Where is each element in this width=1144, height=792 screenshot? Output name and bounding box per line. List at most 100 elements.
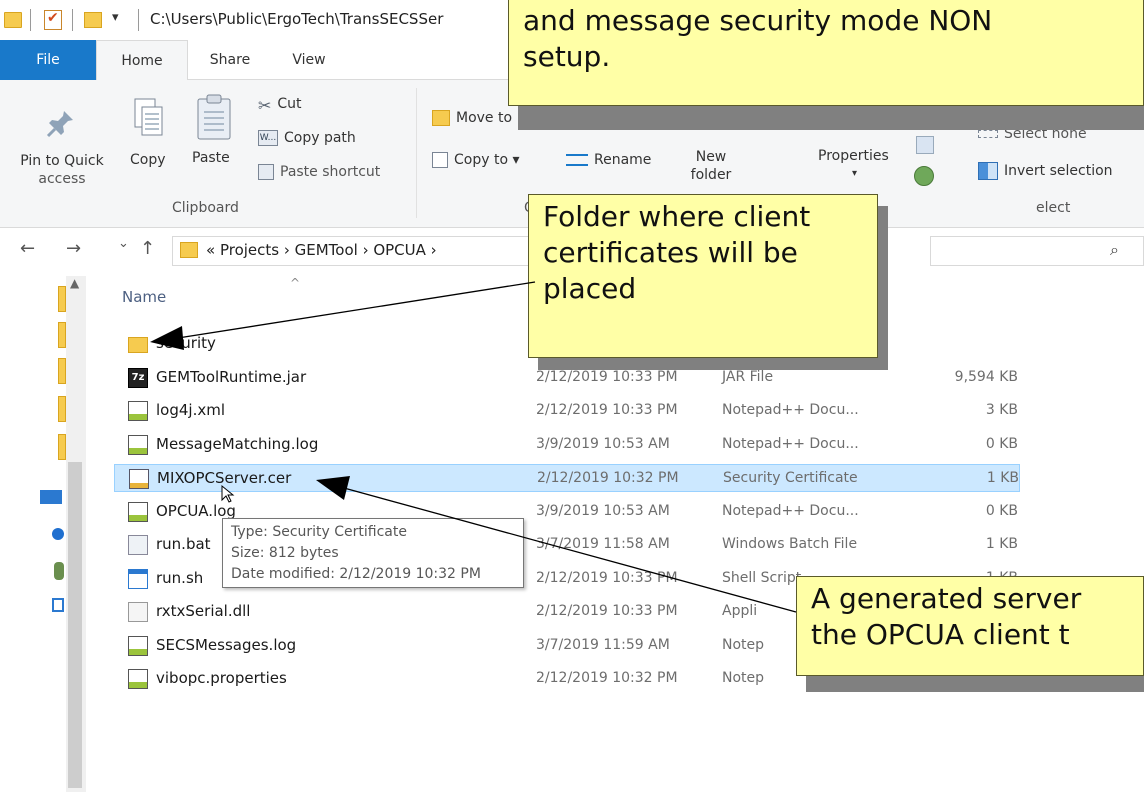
file-name: OPCUA.log bbox=[156, 501, 236, 520]
search-icon[interactable]: ⌕ bbox=[1110, 240, 1119, 260]
file-type: Notepad++ Docu... bbox=[722, 502, 859, 519]
pin-icon bbox=[46, 111, 73, 138]
tab-home[interactable]: Home bbox=[96, 40, 188, 81]
file-row[interactable]: MIXOPCServer.cer 2/12/2019 10:32 PM Securi… bbox=[114, 464, 1020, 492]
file-name: run.sh bbox=[156, 568, 204, 587]
select-group-label: elect bbox=[1036, 200, 1071, 216]
script-icon bbox=[128, 568, 148, 589]
this-pc-icon[interactable] bbox=[40, 490, 62, 504]
pin-label-line2: access bbox=[38, 171, 86, 187]
scroll-up-icon[interactable]: ▲ bbox=[70, 276, 79, 290]
network-icon[interactable] bbox=[52, 528, 64, 540]
invert-selection-button[interactable]: Invert selection bbox=[978, 162, 1113, 180]
window-title: C:\Users\Public\ErgoTech\TransSECSSer bbox=[150, 10, 444, 28]
nav-folder-icon[interactable] bbox=[58, 358, 66, 384]
recent-locations-icon[interactable]: ⌄ bbox=[118, 236, 129, 251]
move-to-button[interactable]: Move to bbox=[432, 110, 512, 126]
callout-top-line2: setup. bbox=[523, 40, 611, 73]
file-date-modified: 2/12/2019 10:33 PM bbox=[536, 569, 678, 586]
callout-top-line1: and message security mode NON bbox=[523, 4, 993, 37]
cut-label: Cut bbox=[277, 96, 302, 112]
column-header-name[interactable]: Name bbox=[122, 288, 166, 306]
paste-icon bbox=[197, 94, 231, 140]
notepad-icon bbox=[128, 635, 148, 656]
properties-check-icon[interactable] bbox=[44, 10, 62, 30]
back-arrow-icon[interactable]: ← bbox=[20, 238, 35, 259]
file-type: Shell Script bbox=[722, 569, 802, 586]
file-type: Notepad++ Docu... bbox=[722, 402, 859, 418]
scissors-icon: ✂ bbox=[258, 96, 272, 115]
cut-button[interactable]: ✂ Cut bbox=[258, 96, 302, 115]
tab-view[interactable]: View bbox=[274, 40, 344, 80]
file-date-modified: 2/12/2019 10:32 PM bbox=[537, 470, 679, 486]
notepad-icon bbox=[128, 501, 148, 522]
edit-icon[interactable] bbox=[916, 136, 934, 154]
copy-path-label: Copy path bbox=[284, 130, 356, 146]
tooltip-type: Type: Security Certificate bbox=[231, 524, 407, 540]
archive-7z-icon: 7z bbox=[128, 367, 148, 388]
toolbar-separator bbox=[30, 9, 31, 31]
copy-path-button[interactable]: W... Copy path bbox=[258, 130, 356, 146]
customize-toolbar-dropdown-icon[interactable]: ▾ bbox=[112, 10, 119, 32]
file-date-modified: 3/7/2019 11:59 AM bbox=[536, 636, 670, 653]
file-size: 3 KB bbox=[985, 402, 1018, 418]
rename-label: Rename bbox=[594, 152, 652, 168]
batch-icon bbox=[128, 535, 148, 555]
nav-folder-icon[interactable] bbox=[58, 286, 66, 312]
forward-arrow-icon[interactable]: → bbox=[66, 238, 81, 259]
file-size: 1 KB bbox=[985, 536, 1018, 552]
copy-path-icon: W... bbox=[258, 130, 278, 146]
homegroup-icon[interactable] bbox=[54, 562, 64, 580]
folder-icon bbox=[128, 337, 148, 353]
folder-icon bbox=[180, 242, 198, 258]
toolbar-separator bbox=[138, 9, 139, 31]
file-tooltip: Type: Security Certificate Size: 812 byt… bbox=[222, 518, 524, 588]
breadcrumb[interactable]: « Projects › GEMTool › OPCUA › bbox=[206, 241, 437, 259]
history-icon[interactable] bbox=[914, 166, 934, 186]
navigation-pane: ▲ bbox=[0, 272, 100, 792]
properties-dropdown-icon: ▾ bbox=[852, 168, 858, 179]
file-name: MessageMatching.log bbox=[156, 434, 319, 453]
callout-cert-line2: the OPCUA client t bbox=[811, 618, 1070, 651]
group-separator bbox=[416, 88, 417, 218]
file-size: 0 KB bbox=[985, 502, 1018, 519]
file-size: 9,594 KB bbox=[954, 368, 1018, 385]
up-arrow-icon[interactable]: ↑ bbox=[140, 238, 155, 259]
copy-to-button[interactable]: Copy to ▾ bbox=[432, 152, 520, 168]
file-type: Notepad++ Docu... bbox=[722, 435, 859, 452]
properties-label: Properties bbox=[818, 148, 889, 164]
paste-label: Paste bbox=[192, 150, 230, 166]
rename-button[interactable]: Rename bbox=[566, 152, 651, 168]
file-name: log4j.xml bbox=[156, 401, 226, 419]
nav-scrollbar-thumb[interactable] bbox=[68, 462, 82, 788]
file-type: Notep bbox=[722, 636, 765, 653]
file-name: security bbox=[156, 334, 216, 352]
nav-folder-icon[interactable] bbox=[58, 434, 66, 460]
clipboard-group-label: Clipboard bbox=[172, 200, 239, 216]
file-row[interactable]: MessageMatching.log 3/9/2019 10:53 AM Note… bbox=[114, 431, 1020, 459]
file-date-modified: 2/12/2019 10:33 PM bbox=[536, 368, 678, 385]
new-folder-icon[interactable] bbox=[84, 12, 102, 28]
new-folder-label-line2: folder bbox=[690, 167, 732, 183]
callout-security-mode: and message security mode NON setup. bbox=[508, 0, 1144, 106]
folder-icon bbox=[4, 12, 22, 28]
file-name: rxtxSerial.dll bbox=[156, 602, 251, 620]
new-folder-label-line1: New bbox=[695, 149, 727, 165]
file-date-modified: 2/12/2019 10:33 PM bbox=[536, 603, 678, 619]
file-name: SECSMessages.log bbox=[156, 635, 297, 654]
nav-folder-icon[interactable] bbox=[58, 396, 66, 422]
callout-client-cert-folder: Folder where client certificates will be… bbox=[528, 194, 878, 358]
tab-file[interactable]: File bbox=[0, 40, 96, 80]
file-type: JAR File bbox=[722, 368, 774, 385]
tab-share[interactable]: Share bbox=[190, 40, 270, 80]
computer-icon[interactable] bbox=[52, 598, 64, 612]
invert-selection-icon bbox=[978, 162, 998, 180]
copy-icon bbox=[134, 98, 163, 136]
rename-icon bbox=[566, 154, 588, 166]
file-row[interactable]: log4j.xml 2/12/2019 10:33 PM Notepad++ Doc… bbox=[114, 397, 1020, 425]
file-type: Security Certificate bbox=[723, 470, 858, 486]
paste-shortcut-button[interactable]: Paste shortcut bbox=[258, 164, 380, 180]
nav-folder-icon[interactable] bbox=[58, 322, 66, 348]
file-name: run.bat bbox=[156, 535, 211, 553]
file-date-modified: 3/9/2019 10:53 AM bbox=[536, 502, 670, 519]
